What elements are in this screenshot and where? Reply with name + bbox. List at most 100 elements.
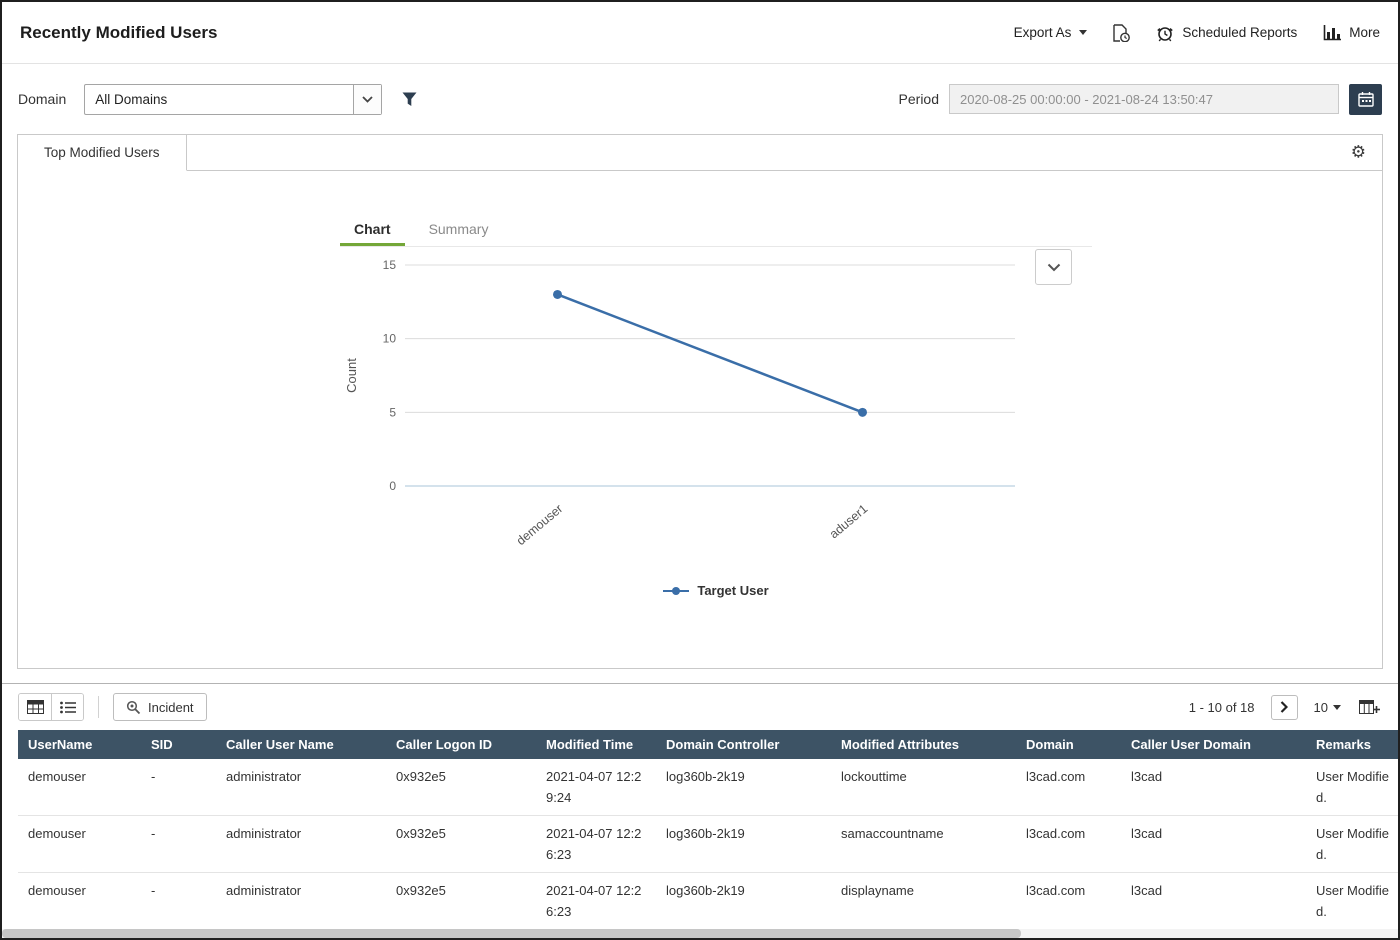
column-header[interactable]: Modified Attributes [831,730,1016,759]
calendar-button[interactable] [1349,83,1382,115]
table-section: Incident 1 - 10 of 18 10 UserName SID Ca… [2,683,1398,930]
svg-text:demouser: demouser [514,502,566,548]
more-button[interactable]: More [1323,24,1380,41]
filter-funnel-icon[interactable] [400,90,419,109]
next-page-button[interactable] [1270,694,1298,720]
list-view-button[interactable] [51,694,83,720]
domain-select[interactable]: All Domains [84,83,383,115]
alarm-icon [1156,24,1174,42]
chart-legend[interactable]: Target User [340,583,1092,598]
table-cell: log360b-2k19 [656,815,831,873]
period-filter: Period [898,83,1382,115]
export-schedule-icon[interactable] [1113,23,1131,42]
table-cell: User Modified. [1306,815,1398,873]
table-cell: - [141,815,216,873]
table-row[interactable]: demouser - administrator 0x932e5 2021-04-07 … [18,872,1398,930]
column-header[interactable]: Remarks [1306,730,1398,759]
chevron-down-icon [1047,263,1061,272]
caret-down-icon [1333,704,1341,710]
period-label: Period [898,91,939,107]
column-header[interactable]: UserName [18,730,141,759]
table-cell: l3cad [1121,872,1306,930]
topbar-actions: Export As Scheduled Reports More [1014,23,1380,42]
table-cell: 2021-04-07 12:26:23 [536,872,656,930]
period-input[interactable] [949,84,1339,114]
incident-button[interactable]: Incident [113,693,207,721]
line-chart: 0 5 10 15 Count demouser aduser1 [344,258,1015,548]
table-cell: 2021-04-07 12:29:24 [536,759,656,816]
table-cell: l3cad.com [1016,759,1121,816]
calendar-icon [1357,91,1374,107]
column-header[interactable]: Caller User Name [216,730,386,759]
scrollbar-thumb[interactable] [2,929,1022,938]
column-header[interactable]: Modified Time [536,730,656,759]
column-header[interactable]: Caller Logon ID [386,730,536,759]
table-row[interactable]: demouser - administrator 0x932e5 2021-04-07 … [18,815,1398,873]
column-header[interactable]: Domain Controller [656,730,831,759]
horizontal-scrollbar[interactable] [2,929,1398,938]
app-window: Recently Modified Users Export As Schedu… [0,0,1400,940]
users-table: UserName SID Caller User Name Caller Logon … [18,730,1398,930]
table-cell: administrator [216,872,386,930]
chevron-down-icon [353,84,382,114]
view-toggle [18,693,84,721]
svg-text:aduser1: aduser1 [827,502,871,542]
table-cell: 0x932e5 [386,815,536,873]
table-row[interactable]: demouser - administrator 0x932e5 2021-04-07 … [18,759,1398,816]
incident-label: Incident [148,699,194,715]
chart-view-tabs: Chart Summary [340,213,1092,247]
scheduled-reports-button[interactable]: Scheduled Reports [1156,24,1297,42]
column-header[interactable]: Domain [1016,730,1121,759]
chart-area: Chart Summary 0 5 10 15 Count demouser aduser1… [340,213,1092,598]
topbar: Recently Modified Users Export As Schedu… [2,2,1398,64]
table-cell: log360b-2k19 [656,872,831,930]
page-size-dropdown[interactable]: 10 [1314,700,1341,715]
more-label: More [1349,25,1380,40]
table-cell: 2021-04-07 12:26:23 [536,815,656,873]
domain-filter: Domain All Domains [18,83,419,115]
column-header[interactable]: Caller User Domain [1121,730,1306,759]
table-cell: User Modified. [1306,872,1398,930]
legend-marker-icon [663,585,690,597]
table-toolbar: Incident 1 - 10 of 18 10 [2,684,1398,730]
list-icon [59,701,76,714]
table-cell: - [141,872,216,930]
svg-text:15: 15 [383,258,397,272]
filter-bar: Domain All Domains Period [2,64,1398,134]
gear-icon[interactable]: ⚙ [1351,144,1366,161]
table-cell: lockouttime [831,759,1016,816]
table-cell: 0x932e5 [386,872,536,930]
table-cell: l3cad.com [1016,815,1121,873]
table-cell: l3cad.com [1016,872,1121,930]
add-column-icon [1359,699,1380,715]
chart-options-button[interactable] [1035,249,1072,285]
table-cell: User Modified. [1306,759,1398,816]
panel-body: Chart Summary 0 5 10 15 Count demouser aduser1… [18,171,1382,598]
export-as-button[interactable]: Export As [1014,25,1088,40]
table-header-row: UserName SID Caller User Name Caller Logon … [18,730,1398,759]
page-title: Recently Modified Users [20,22,218,42]
tab-top-modified-users[interactable]: Top Modified Users [18,135,187,171]
svg-text:10: 10 [383,332,397,346]
table-cell: l3cad [1121,815,1306,873]
column-header[interactable]: SID [141,730,216,759]
report-panel: Top Modified Users ⚙ Chart Summary 0 5 10 1… [17,134,1383,669]
grid-view-button[interactable] [19,694,51,720]
tab-summary[interactable]: Summary [415,213,503,246]
export-as-label: Export As [1013,25,1072,40]
chevron-right-icon [1280,701,1289,713]
table-cell: demouser [18,872,141,930]
table-cell: administrator [216,759,386,816]
table-cell: - [141,759,216,816]
svg-text:Count: Count [344,358,359,393]
table-cell: samaccountname [831,815,1016,873]
add-column-button[interactable] [1357,698,1382,717]
domain-select-value: All Domains [95,91,168,107]
incident-icon [126,700,141,715]
caret-down-icon [1079,30,1088,35]
tab-chart[interactable]: Chart [340,213,405,246]
scheduled-reports-label: Scheduled Reports [1182,25,1298,40]
table-cell: displayname [831,872,1016,930]
table-cell: log360b-2k19 [656,759,831,816]
table-cell: administrator [216,815,386,873]
